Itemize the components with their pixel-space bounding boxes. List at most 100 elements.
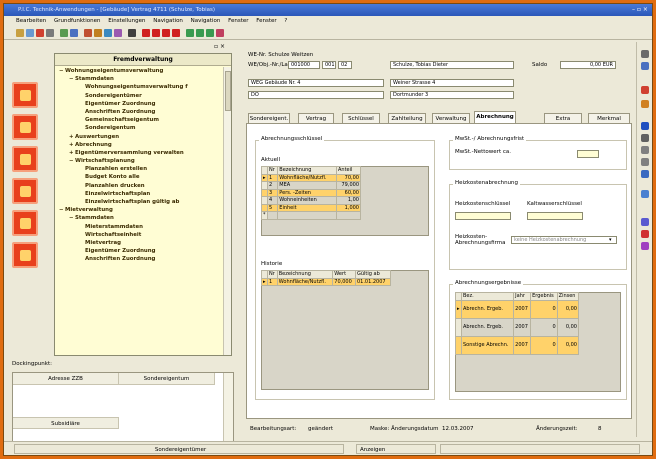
tab-sondereigentum[interactable]: Sondereigent.: [248, 113, 290, 123]
aktuell-grid[interactable]: Nr Bezeichnung Anteil ▸ 1 Wohnfläche/Nutzf…: [261, 166, 361, 220]
table-row[interactable]: 2 MEA 79,000: [261, 181, 361, 190]
scroll-thumb[interactable]: [225, 71, 231, 111]
tree-item[interactable]: Wohnungseigentumsverwaltung f: [55, 83, 223, 91]
link-icon[interactable]: [641, 146, 649, 154]
print-icon[interactable]: [46, 29, 54, 37]
tree-item[interactable]: −Wirtschaftsplanung: [55, 157, 223, 165]
nav-button-documents[interactable]: [12, 178, 38, 204]
menu-item[interactable]: ?: [284, 18, 287, 24]
col-header[interactable]: Nr: [266, 166, 279, 175]
undo-icon[interactable]: [114, 29, 122, 37]
tab-merkmal[interactable]: Merkmal: [588, 113, 630, 123]
tree-item[interactable]: Anschriften Zuordnung: [55, 255, 223, 263]
last-icon[interactable]: [172, 29, 180, 37]
tree-item[interactable]: Sondereigentum: [55, 124, 223, 132]
menu-item[interactable]: Navigation: [153, 18, 183, 24]
tree-item[interactable]: +Auswertungen: [55, 133, 223, 141]
dock-scrollbar[interactable]: [223, 373, 233, 441]
first-icon[interactable]: [142, 29, 150, 37]
tab-schluessel[interactable]: Schlüssel: [342, 113, 380, 123]
name-field[interactable]: Schulze, Tobias Dieter: [390, 61, 514, 69]
table-row[interactable]: Sonstige Abrechn. 2007 0 0,00: [455, 335, 580, 355]
table-row[interactable]: 4 Wohneinheiten 1,00: [261, 196, 361, 205]
calendar-icon[interactable]: [641, 170, 649, 178]
table-row[interactable]: *: [261, 211, 361, 220]
mail-icon[interactable]: [641, 122, 649, 130]
user-icon[interactable]: [641, 242, 649, 250]
nav-button-finance[interactable]: [12, 146, 38, 172]
tree-item[interactable]: Mieterstammdaten: [55, 223, 223, 231]
dock-col-sub[interactable]: Subsidiäre: [13, 417, 119, 429]
tab-verwaltung[interactable]: Verwaltung: [432, 113, 470, 123]
panel-pin-close[interactable]: ▫ ×: [214, 43, 234, 51]
location-field[interactable]: 02: [338, 61, 352, 69]
tools-icon[interactable]: [641, 158, 649, 166]
table-row[interactable]: ▸ 1 Wohnfläche/Nutzfl. 70,000 01.01.2007: [261, 277, 392, 286]
tree-item[interactable]: Eigentümer Zuordnung: [55, 100, 223, 108]
chart-icon[interactable]: [641, 218, 649, 226]
tree-item[interactable]: Eigentümer Zuordnung: [55, 247, 223, 255]
menu-item[interactable]: Navigation: [191, 18, 221, 24]
table-row[interactable]: 5 Einheit 1,000: [261, 203, 361, 212]
col-header[interactable]: Bezeichnung: [276, 270, 334, 279]
nav-button-home[interactable]: [12, 82, 38, 108]
col-header[interactable]: Wert: [332, 270, 356, 279]
menu-item[interactable]: Fenster: [256, 18, 276, 24]
help-icon[interactable]: [216, 29, 224, 37]
col-header[interactable]: Bezeichnung: [277, 166, 337, 175]
menu-item[interactable]: Einstellungen: [108, 18, 145, 24]
tree-item[interactable]: Wirtschaftseinheit: [55, 231, 223, 239]
menu-item[interactable]: Bearbeiten: [16, 18, 46, 24]
heizkosten-field[interactable]: [455, 212, 511, 220]
historie-grid[interactable]: Nr Bezeichnung Wert Gültig ab ▸ 1 Wohnfläc…: [261, 270, 392, 286]
tree-item[interactable]: Budget Konto alle: [55, 173, 223, 181]
col-header[interactable]: Ergebnis: [530, 292, 558, 301]
obj-number-field[interactable]: 001: [322, 61, 336, 69]
attach-icon[interactable]: [641, 134, 649, 142]
menu-item[interactable]: Fenster: [228, 18, 248, 24]
paste-icon[interactable]: [104, 29, 112, 37]
tree-item[interactable]: −Wohnungseigentumsverwaltung: [55, 67, 223, 75]
grid-icon[interactable]: [60, 29, 68, 37]
col-header[interactable]: Jahr: [513, 292, 532, 301]
ergebnis-grid[interactable]: Bez. Jahr Ergebnis Zinsen ▸ Abrechn. Erge…: [455, 292, 580, 355]
tree-item[interactable]: +Abrechnung: [55, 141, 223, 149]
dock-col-special[interactable]: Sondereigentum: [119, 373, 215, 385]
tree-item[interactable]: Sondereigentümer: [55, 92, 223, 100]
doc-icon[interactable]: [641, 62, 649, 70]
new-icon[interactable]: [36, 29, 44, 37]
menu-item[interactable]: Grundfunktionen: [54, 18, 100, 24]
tree-item[interactable]: Einzelwirtschaftsplan: [55, 190, 223, 198]
tree-item[interactable]: −Mietverwaltung: [55, 206, 223, 214]
copy-icon[interactable]: [94, 29, 102, 37]
alert-icon[interactable]: [641, 230, 649, 238]
delete-icon[interactable]: [196, 29, 204, 37]
tab-abrechnung[interactable]: Abrechnung: [474, 111, 516, 123]
we-number-field[interactable]: 001000: [288, 61, 320, 69]
refresh-icon[interactable]: [206, 29, 214, 37]
tree-item[interactable]: Einzelwirtschaftsplan gültig ab: [55, 198, 223, 206]
tree-item[interactable]: Anschriften Zuordnung: [55, 108, 223, 116]
tree-item[interactable]: +Eigentümerversammlung verwalten: [55, 149, 223, 157]
table-row[interactable]: ▸ 1 Wohnfläche/Nutzfl. 70,00: [261, 173, 361, 182]
tab-zahlteilung[interactable]: Zahlteilung: [388, 113, 426, 123]
tab-extra[interactable]: Extra: [544, 113, 582, 123]
prev-icon[interactable]: [152, 29, 160, 37]
col-header[interactable]: Nr: [267, 270, 278, 279]
save-icon[interactable]: [26, 29, 34, 37]
dock-col-address[interactable]: Adresse ZZB: [13, 373, 119, 385]
table-row[interactable]: 3 Pers. -Zeiten 60,00: [261, 188, 361, 197]
phone-icon[interactable]: [641, 86, 649, 94]
tree-item[interactable]: −Stammdaten: [55, 75, 223, 83]
tree-item[interactable]: −Stammdaten: [55, 214, 223, 222]
tab-vertrag[interactable]: Vertrag: [298, 113, 334, 123]
table-row[interactable]: ▸ Abrechn. Ergeb. 2007 0 0,00: [455, 299, 580, 319]
nav-button-persons[interactable]: [12, 210, 38, 236]
table-row[interactable]: Abrechn. Ergeb. 2007 0 0,00: [455, 317, 580, 337]
tree-item[interactable]: Planzahlen erstellen: [55, 165, 223, 173]
col-header[interactable]: Gültig ab: [354, 270, 392, 279]
filter-icon[interactable]: [128, 29, 136, 37]
col-header[interactable]: Anteil: [336, 166, 361, 175]
pen-icon[interactable]: [641, 50, 649, 58]
kaltwasser-field[interactable]: [527, 212, 583, 220]
